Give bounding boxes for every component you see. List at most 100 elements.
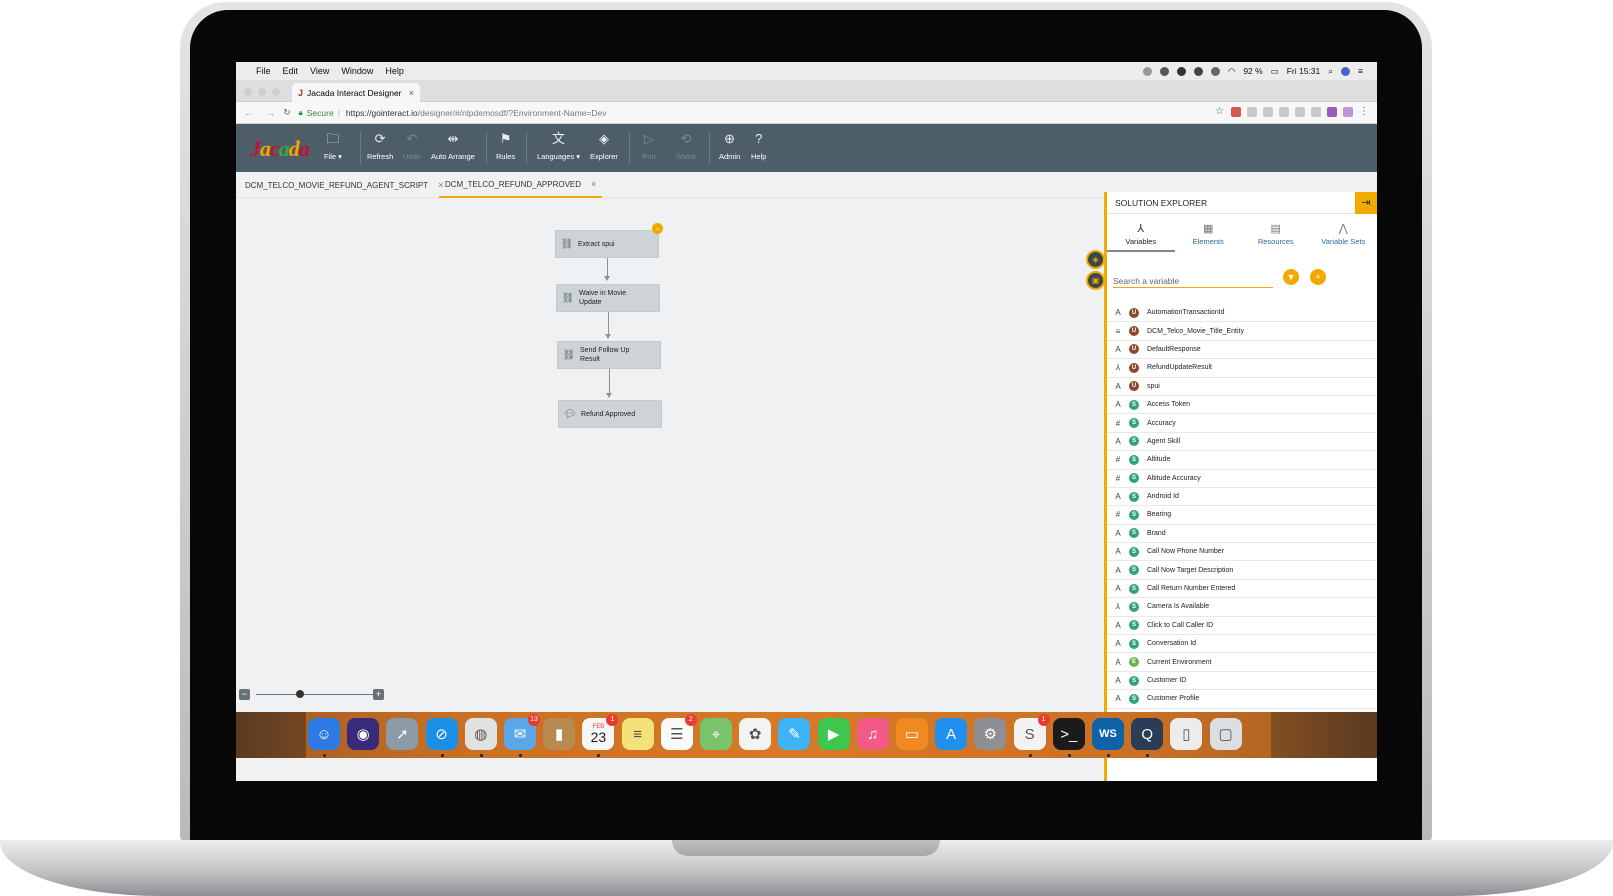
- admin-button[interactable]: ⊕ Admin: [719, 132, 740, 162]
- doc-tab-refund-approved[interactable]: DCM_TELCO_REFUND_APPROVED ×: [439, 172, 603, 198]
- variable-row[interactable]: # S Bearing: [1107, 506, 1377, 525]
- zoom-slider-track[interactable]: [256, 694, 374, 695]
- battery-icon[interactable]: ▭: [1271, 66, 1279, 77]
- close-tab-icon[interactable]: ×: [409, 88, 414, 98]
- notification-center-icon[interactable]: ≡: [1358, 66, 1363, 76]
- menu-view[interactable]: View: [310, 66, 329, 76]
- extension-icon[interactable]: [1295, 107, 1305, 117]
- menu-file[interactable]: File: [256, 66, 271, 76]
- zoom-slider-handle[interactable]: [296, 690, 304, 698]
- extension-icon[interactable]: [1247, 107, 1257, 117]
- quicktime-icon[interactable]: Q: [1131, 718, 1164, 750]
- siri-icon[interactable]: ◉: [347, 718, 380, 750]
- variable-row[interactable]: A S Agent Skill: [1107, 433, 1377, 452]
- variable-row[interactable]: A S Android Id: [1107, 488, 1377, 507]
- explorer-button[interactable]: ◈ Explorer: [590, 132, 618, 162]
- tab-elements[interactable]: ▦ Elements: [1175, 216, 1243, 252]
- languages-menu-button[interactable]: 文 Languages ▾: [537, 132, 580, 162]
- minimize-window-button[interactable]: [258, 88, 266, 96]
- contacts-icon[interactable]: ▮: [543, 718, 576, 750]
- explorer-compass-icon[interactable]: ◈: [1086, 250, 1105, 269]
- chevron-down-icon[interactable]: ⌄: [652, 223, 663, 234]
- photos-icon[interactable]: ✿: [739, 718, 772, 750]
- variable-row[interactable]: A S Call Now Target Description: [1107, 561, 1377, 580]
- maximize-window-button[interactable]: [272, 88, 280, 96]
- variable-row[interactable]: ⅄ S Camera Is Available: [1107, 598, 1377, 617]
- wifi-icon[interactable]: ◠: [1228, 66, 1235, 77]
- variable-row[interactable]: # S Altitude Accuracy: [1107, 470, 1377, 488]
- spotlight-icon[interactable]: ⌕: [1328, 66, 1333, 77]
- slack-icon[interactable]: S1: [1013, 714, 1050, 750]
- zoom-out-button[interactable]: −: [239, 689, 250, 700]
- cast-icon[interactable]: [1210, 66, 1220, 76]
- extension-icon[interactable]: [1263, 107, 1273, 117]
- back-forward-icon[interactable]: ← →: [244, 108, 281, 118]
- finder-icon[interactable]: ☺: [308, 718, 340, 750]
- flow-canvas[interactable]: ⛓ Extract spui ⌄ ⛓ Waive in Movie Update…: [236, 198, 1104, 781]
- file-menu-button[interactable]: 🗀 File ▾: [324, 132, 342, 162]
- reminders-icon[interactable]: ☰ 2: [660, 714, 697, 750]
- zoom-in-button[interactable]: +: [373, 689, 384, 700]
- menu-edit[interactable]: Edit: [283, 66, 299, 76]
- safari-icon[interactable]: ⊘: [425, 718, 458, 750]
- variable-row[interactable]: A S Brand: [1107, 525, 1377, 544]
- chat-panel-icon[interactable]: ▣: [1086, 271, 1105, 290]
- reload-icon[interactable]: ↻: [283, 107, 290, 118]
- browser-tab[interactable]: J Jacada Interact Designer ×: [292, 83, 420, 102]
- variable-row[interactable]: A E Current Environment: [1107, 653, 1377, 672]
- refresh-button[interactable]: ⟳ Refresh: [367, 132, 393, 162]
- record-icon[interactable]: [1142, 66, 1152, 76]
- terminal-icon[interactable]: >_: [1052, 718, 1085, 750]
- flow-node-waive-in-movie-update[interactable]: ⛓ Waive in Movie Update: [556, 284, 660, 312]
- system-preferences-icon[interactable]: ⚙: [974, 718, 1007, 750]
- flow-node-extract-spui[interactable]: ⛓ Extract spui: [555, 230, 659, 258]
- clock[interactable]: Fri 15:31: [1287, 66, 1321, 76]
- run-button[interactable]: ▷ Run: [642, 132, 656, 162]
- help-button[interactable]: ? Help: [751, 132, 766, 162]
- collapse-panel-icon[interactable]: ⇥: [1355, 192, 1377, 214]
- document-icon[interactable]: ▯: [1170, 718, 1203, 750]
- variable-row[interactable]: ≡ U DCM_Telco_Movie_Title_Entity: [1107, 322, 1377, 341]
- variable-row[interactable]: A S Customer Profile: [1107, 690, 1377, 709]
- share-button[interactable]: ⟲ Share: [676, 132, 696, 162]
- rules-button[interactable]: ⚑ Rules: [496, 132, 515, 162]
- extension-icon[interactable]: [1231, 107, 1241, 117]
- tab-variables[interactable]: ⅄ Variables: [1107, 216, 1175, 252]
- facetime-icon[interactable]: ▶: [817, 718, 850, 750]
- variable-row[interactable]: # S Altitude: [1107, 451, 1377, 470]
- webstorm-icon[interactable]: WS: [1092, 718, 1124, 750]
- tab-resources[interactable]: ▤ Resources: [1242, 216, 1310, 252]
- calendar-icon[interactable]: FEB 23 1: [582, 714, 619, 750]
- trash-icon[interactable]: ▢: [1209, 718, 1242, 750]
- bookmark-star-icon[interactable]: ☆: [1215, 107, 1225, 117]
- variable-row[interactable]: # S Accuracy: [1107, 414, 1377, 433]
- extension-icon[interactable]: [1279, 107, 1289, 117]
- variable-search-input[interactable]: Search a variable: [1113, 272, 1273, 288]
- ibooks-icon[interactable]: ▭: [896, 718, 928, 750]
- variable-row[interactable]: A S Call Return Number Entered: [1107, 580, 1377, 599]
- undo-button[interactable]: ↶ Undo: [403, 132, 421, 162]
- flow-node-refund-approved[interactable]: 💬︎ Refund Approved: [558, 400, 662, 428]
- box-icon[interactable]: [1159, 66, 1169, 76]
- itunes-icon[interactable]: ♫: [856, 718, 889, 750]
- extension-icon[interactable]: [1311, 107, 1321, 117]
- messages-icon[interactable]: ✎: [778, 718, 811, 750]
- mail-icon[interactable]: ✉ 13: [504, 714, 540, 750]
- variable-row[interactable]: A S Access Token: [1107, 396, 1377, 415]
- cloud-icon[interactable]: [1193, 66, 1203, 76]
- doc-tab-movie-refund-agent-script[interactable]: DCM_TELCO_MOVIE_REFUND_AGENT_SCRIPT ×: [239, 172, 449, 198]
- filter-icon[interactable]: ▼: [1283, 269, 1299, 285]
- auto-arrange-button[interactable]: ⇹ Auto Arrange: [431, 132, 475, 162]
- tab-variable-sets[interactable]: ⋀ Variable Sets: [1310, 216, 1378, 252]
- user-icon[interactable]: [1341, 66, 1351, 76]
- variable-row[interactable]: A S Conversation Id: [1107, 635, 1377, 654]
- browser-menu-icon[interactable]: ⋮: [1359, 107, 1369, 117]
- notes-icon[interactable]: ≡: [621, 718, 654, 750]
- variable-row[interactable]: A Uspui: [1107, 378, 1377, 396]
- extension-icon[interactable]: [1327, 107, 1337, 117]
- menu-help[interactable]: Help: [385, 66, 404, 76]
- variable-row[interactable]: A S Call Now Phone Number: [1107, 543, 1377, 562]
- variable-row[interactable]: A U AutomationTransactionId: [1107, 304, 1377, 323]
- chrome-icon[interactable]: ◍: [464, 718, 497, 750]
- variable-row[interactable]: A S Click to Call Caller ID: [1107, 617, 1377, 636]
